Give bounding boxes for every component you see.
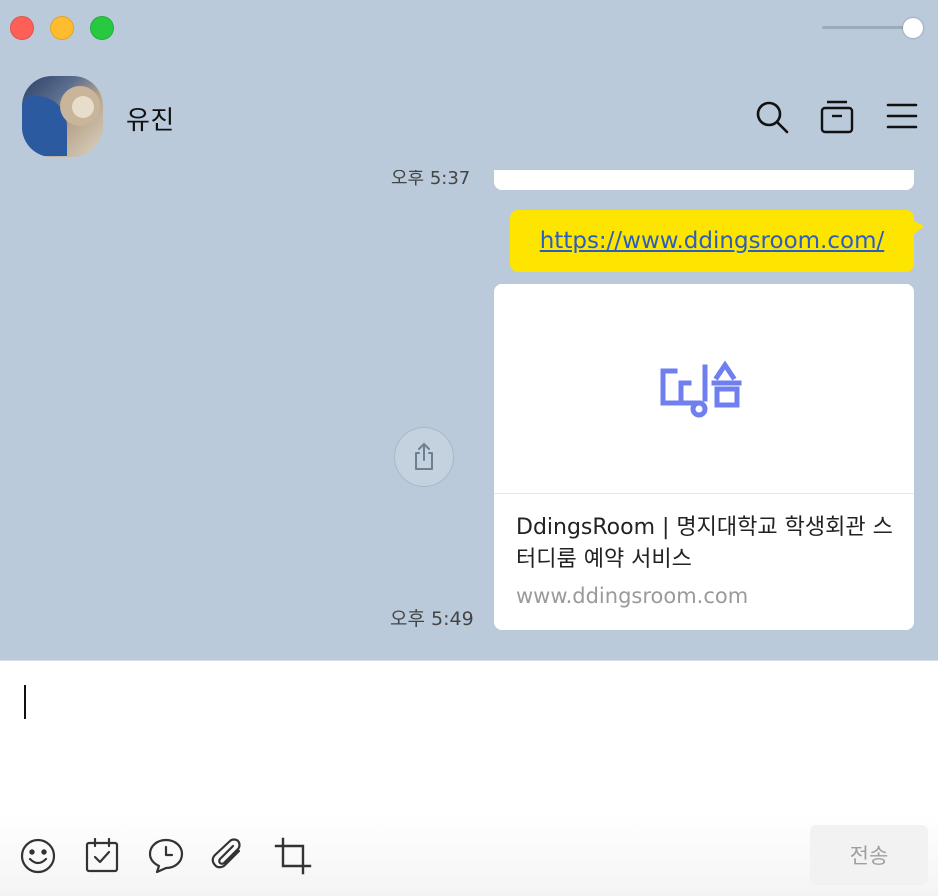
previous-message-card[interactable] xyxy=(494,170,914,190)
message-time: 오후 5:37 xyxy=(391,170,471,189)
input-toolbar: 전송 xyxy=(0,811,938,896)
input-area: 전송 xyxy=(0,660,938,896)
link-preview-image: 띵룸 xyxy=(494,284,914,494)
drawer-icon[interactable] xyxy=(820,100,854,134)
talk-icon[interactable] xyxy=(147,837,185,875)
window-controls xyxy=(10,16,114,40)
ddingsroom-logo xyxy=(660,359,742,417)
search-icon[interactable] xyxy=(755,100,789,134)
text-caret xyxy=(24,685,26,719)
message-list[interactable]: 오후 5:37 https://www.ddingsroom.com/ Ddin… xyxy=(0,170,938,660)
link-preview-card[interactable]: 띵룸 DdingsRoom | 명지대학교 학생회관 스터디룸 예약 서비스 w… xyxy=(494,284,914,630)
opacity-slider-track[interactable] xyxy=(822,26,914,29)
link-preview-title: DdingsRoom | 명지대학교 학생회관 스터디룸 예약 서비스 xyxy=(516,515,893,572)
share-button[interactable] xyxy=(394,427,454,487)
share-icon xyxy=(415,443,433,470)
close-window-button[interactable] xyxy=(10,16,34,40)
attach-icon[interactable] xyxy=(209,837,247,875)
calendar-icon[interactable] xyxy=(83,837,121,875)
chat-window: 유진 오후 5:37 https://www.ddingsroom.com/ D… xyxy=(0,0,938,896)
menu-icon[interactable] xyxy=(885,100,919,134)
link-text[interactable]: https://www.ddingsroom.com/ xyxy=(540,228,885,254)
crop-icon[interactable] xyxy=(274,837,312,875)
maximize-window-button[interactable] xyxy=(90,16,114,40)
message-time: 오후 5:49 xyxy=(390,608,474,630)
emoji-icon[interactable] xyxy=(19,837,57,875)
message-input[interactable] xyxy=(0,661,938,811)
minimize-window-button[interactable] xyxy=(50,16,74,40)
avatar[interactable] xyxy=(22,76,103,157)
opacity-slider-handle[interactable] xyxy=(903,18,923,38)
chat-title: 유진 xyxy=(126,106,175,136)
link-preview-url: www.ddingsroom.com xyxy=(516,584,749,608)
send-button[interactable]: 전송 xyxy=(810,825,928,885)
link-message-bubble[interactable]: https://www.ddingsroom.com/ xyxy=(510,210,924,272)
